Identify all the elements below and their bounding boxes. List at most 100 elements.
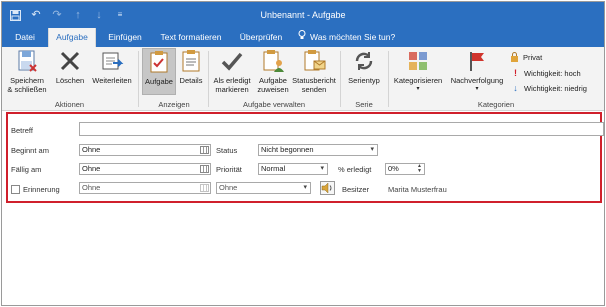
assign-task-icon — [263, 50, 284, 72]
low-importance-button[interactable]: ↓ Wichtigkeit: niedrig — [511, 83, 587, 93]
save-close-icon — [18, 50, 37, 72]
reminder-time-value: Ohne — [219, 183, 238, 192]
chevron-down-icon: ▾ — [320, 165, 324, 172]
group-label-serie: Serie — [355, 100, 373, 109]
subject-input[interactable] — [79, 122, 604, 136]
forward-icon — [102, 52, 124, 70]
task-form: Betreff Beginnt am Ohne Status Nicht beg… — [6, 112, 604, 203]
task-body-editor[interactable] — [2, 203, 604, 305]
private-button[interactable]: Privat — [510, 52, 542, 62]
task-view-button[interactable]: Aufgabe — [142, 48, 176, 95]
details-label: Details — [179, 76, 203, 85]
status-report-icon — [304, 50, 326, 71]
mark-complete-label-2: markieren — [215, 85, 249, 94]
title-bar: ↶ ↷ ↑ ↓ ≡ Unbenannt - Aufgabe — [2, 2, 604, 28]
ribbon-tabs: Datei Aufgabe Einfügen Text formatieren … — [2, 28, 604, 47]
sound-button[interactable] — [320, 181, 335, 195]
reminder-date-value: Ohne — [82, 183, 101, 192]
categorize-label: Kategorisieren — [393, 76, 443, 85]
mark-complete-label-1: Als erledigt — [213, 76, 251, 85]
save-close-label-1: Speichern — [10, 76, 44, 85]
save-close-label-2: & schließen — [7, 85, 47, 94]
delete-icon — [60, 51, 80, 71]
details-button[interactable]: Details — [178, 49, 204, 85]
assign-task-button[interactable]: Aufgabe zuweisen — [255, 49, 291, 94]
down-arrow-icon: ↓ — [513, 83, 518, 93]
priority-value: Normal — [261, 164, 286, 173]
group-label-aktionen: Aktionen — [54, 100, 85, 109]
group-separator — [340, 51, 341, 107]
calendar-icon[interactable] — [200, 146, 209, 154]
tab-ueberpruefen[interactable]: Überprüfen — [234, 28, 288, 47]
private-label: Privat — [523, 52, 543, 62]
status-value: Nicht begonnen — [261, 145, 314, 154]
save-close-button[interactable]: Speichern & schließen — [5, 49, 49, 94]
high-importance-label: Wichtigkeit: hoch — [524, 68, 581, 78]
start-date-field[interactable]: Ohne — [79, 144, 211, 156]
priority-label: Priorität — [216, 165, 242, 174]
percent-complete-label: % erledigt — [338, 165, 372, 174]
tab-aufgabe[interactable]: Aufgabe — [48, 28, 96, 47]
categorize-button[interactable]: Kategorisieren ▾ — [390, 49, 446, 94]
owner-value: Marita Musterfrau — [388, 185, 447, 194]
task-view-label: Aufgabe — [145, 77, 173, 86]
red-flag-icon — [470, 52, 484, 71]
calendar-icon[interactable] — [200, 165, 209, 173]
forward-button[interactable]: Weiterleiten — [90, 49, 134, 85]
exclamation-icon: ! — [514, 68, 517, 78]
recurrence-label: Serientyp — [348, 76, 380, 85]
owner-label: Besitzer — [342, 185, 370, 194]
start-date-value: Ohne — [82, 145, 101, 154]
group-separator — [138, 51, 139, 107]
ribbon: Speichern & schließen Löschen Weiterleit… — [2, 47, 604, 111]
high-importance-button[interactable]: ! Wichtigkeit: hoch — [511, 68, 581, 78]
group-separator — [388, 51, 389, 107]
chevron-down-icon: ▾ — [370, 146, 374, 153]
tab-einfuegen[interactable]: Einfügen — [102, 28, 148, 47]
follow-up-label: Nachverfolgung — [450, 76, 504, 85]
window-title: Unbenannt - Aufgabe — [260, 10, 346, 20]
window-frame: ↶ ↷ ↑ ↓ ≡ Unbenannt - Aufgabe Datei Aufg… — [1, 1, 605, 306]
status-report-label-1: Statusbericht — [292, 76, 336, 85]
due-date-label: Fällig am — [11, 165, 42, 174]
tell-me-box[interactable]: Was möchten Sie tun? — [298, 28, 395, 47]
group-label-anzeigen: Anzeigen — [158, 100, 190, 109]
chevron-down-icon: ▾ — [303, 184, 307, 191]
status-dropdown[interactable]: Nicht begonnen ▾ — [258, 144, 378, 156]
group-label-kategorien: Kategorien — [477, 100, 515, 109]
start-date-label: Beginnt am — [11, 146, 49, 155]
speaker-icon — [321, 182, 332, 194]
group-separator — [208, 51, 209, 107]
assign-task-label-1: Aufgabe — [259, 76, 287, 85]
priority-dropdown[interactable]: Normal ▾ — [258, 163, 328, 175]
status-report-label-2: senden — [301, 85, 327, 94]
tab-text-formatieren[interactable]: Text formatieren — [154, 28, 228, 47]
lightbulb-icon — [298, 28, 306, 47]
mark-complete-button[interactable]: Als erledigt markieren — [210, 49, 254, 94]
reminder-label: Erinnerung — [23, 185, 60, 194]
reminder-date-field[interactable]: Ohne — [79, 182, 211, 194]
delete-label: Löschen — [55, 76, 85, 85]
forward-label: Weiterleiten — [92, 76, 132, 85]
reminder-time-dropdown[interactable]: Ohne ▾ — [216, 182, 311, 194]
categorize-icon — [409, 52, 427, 70]
tab-datei[interactable]: Datei — [8, 28, 42, 47]
calendar-icon[interactable] — [200, 184, 209, 192]
percent-complete-value: 0% — [388, 164, 399, 173]
lock-icon — [511, 52, 518, 62]
spinner-icon[interactable]: ▲ ▼ — [416, 164, 423, 174]
chevron-down-icon: ▾ — [475, 86, 479, 92]
group-label-aufgabe-verwalten: Aufgabe verwalten — [242, 100, 306, 109]
recurrence-icon — [355, 52, 373, 70]
subject-label: Betreff — [11, 126, 33, 135]
reminder-checkbox[interactable] — [11, 185, 20, 194]
due-date-field[interactable]: Ohne — [79, 163, 211, 175]
assign-task-label-2: zuweisen — [257, 85, 289, 94]
status-report-button[interactable]: Statusbericht senden — [292, 49, 336, 94]
delete-button[interactable]: Löschen — [53, 49, 87, 85]
percent-complete-field[interactable]: 0% ▲ ▼ — [385, 163, 425, 175]
recurrence-button[interactable]: Serientyp — [344, 49, 384, 85]
due-date-value: Ohne — [82, 164, 101, 173]
details-icon — [182, 50, 200, 72]
follow-up-button[interactable]: Nachverfolgung ▾ — [448, 49, 506, 94]
